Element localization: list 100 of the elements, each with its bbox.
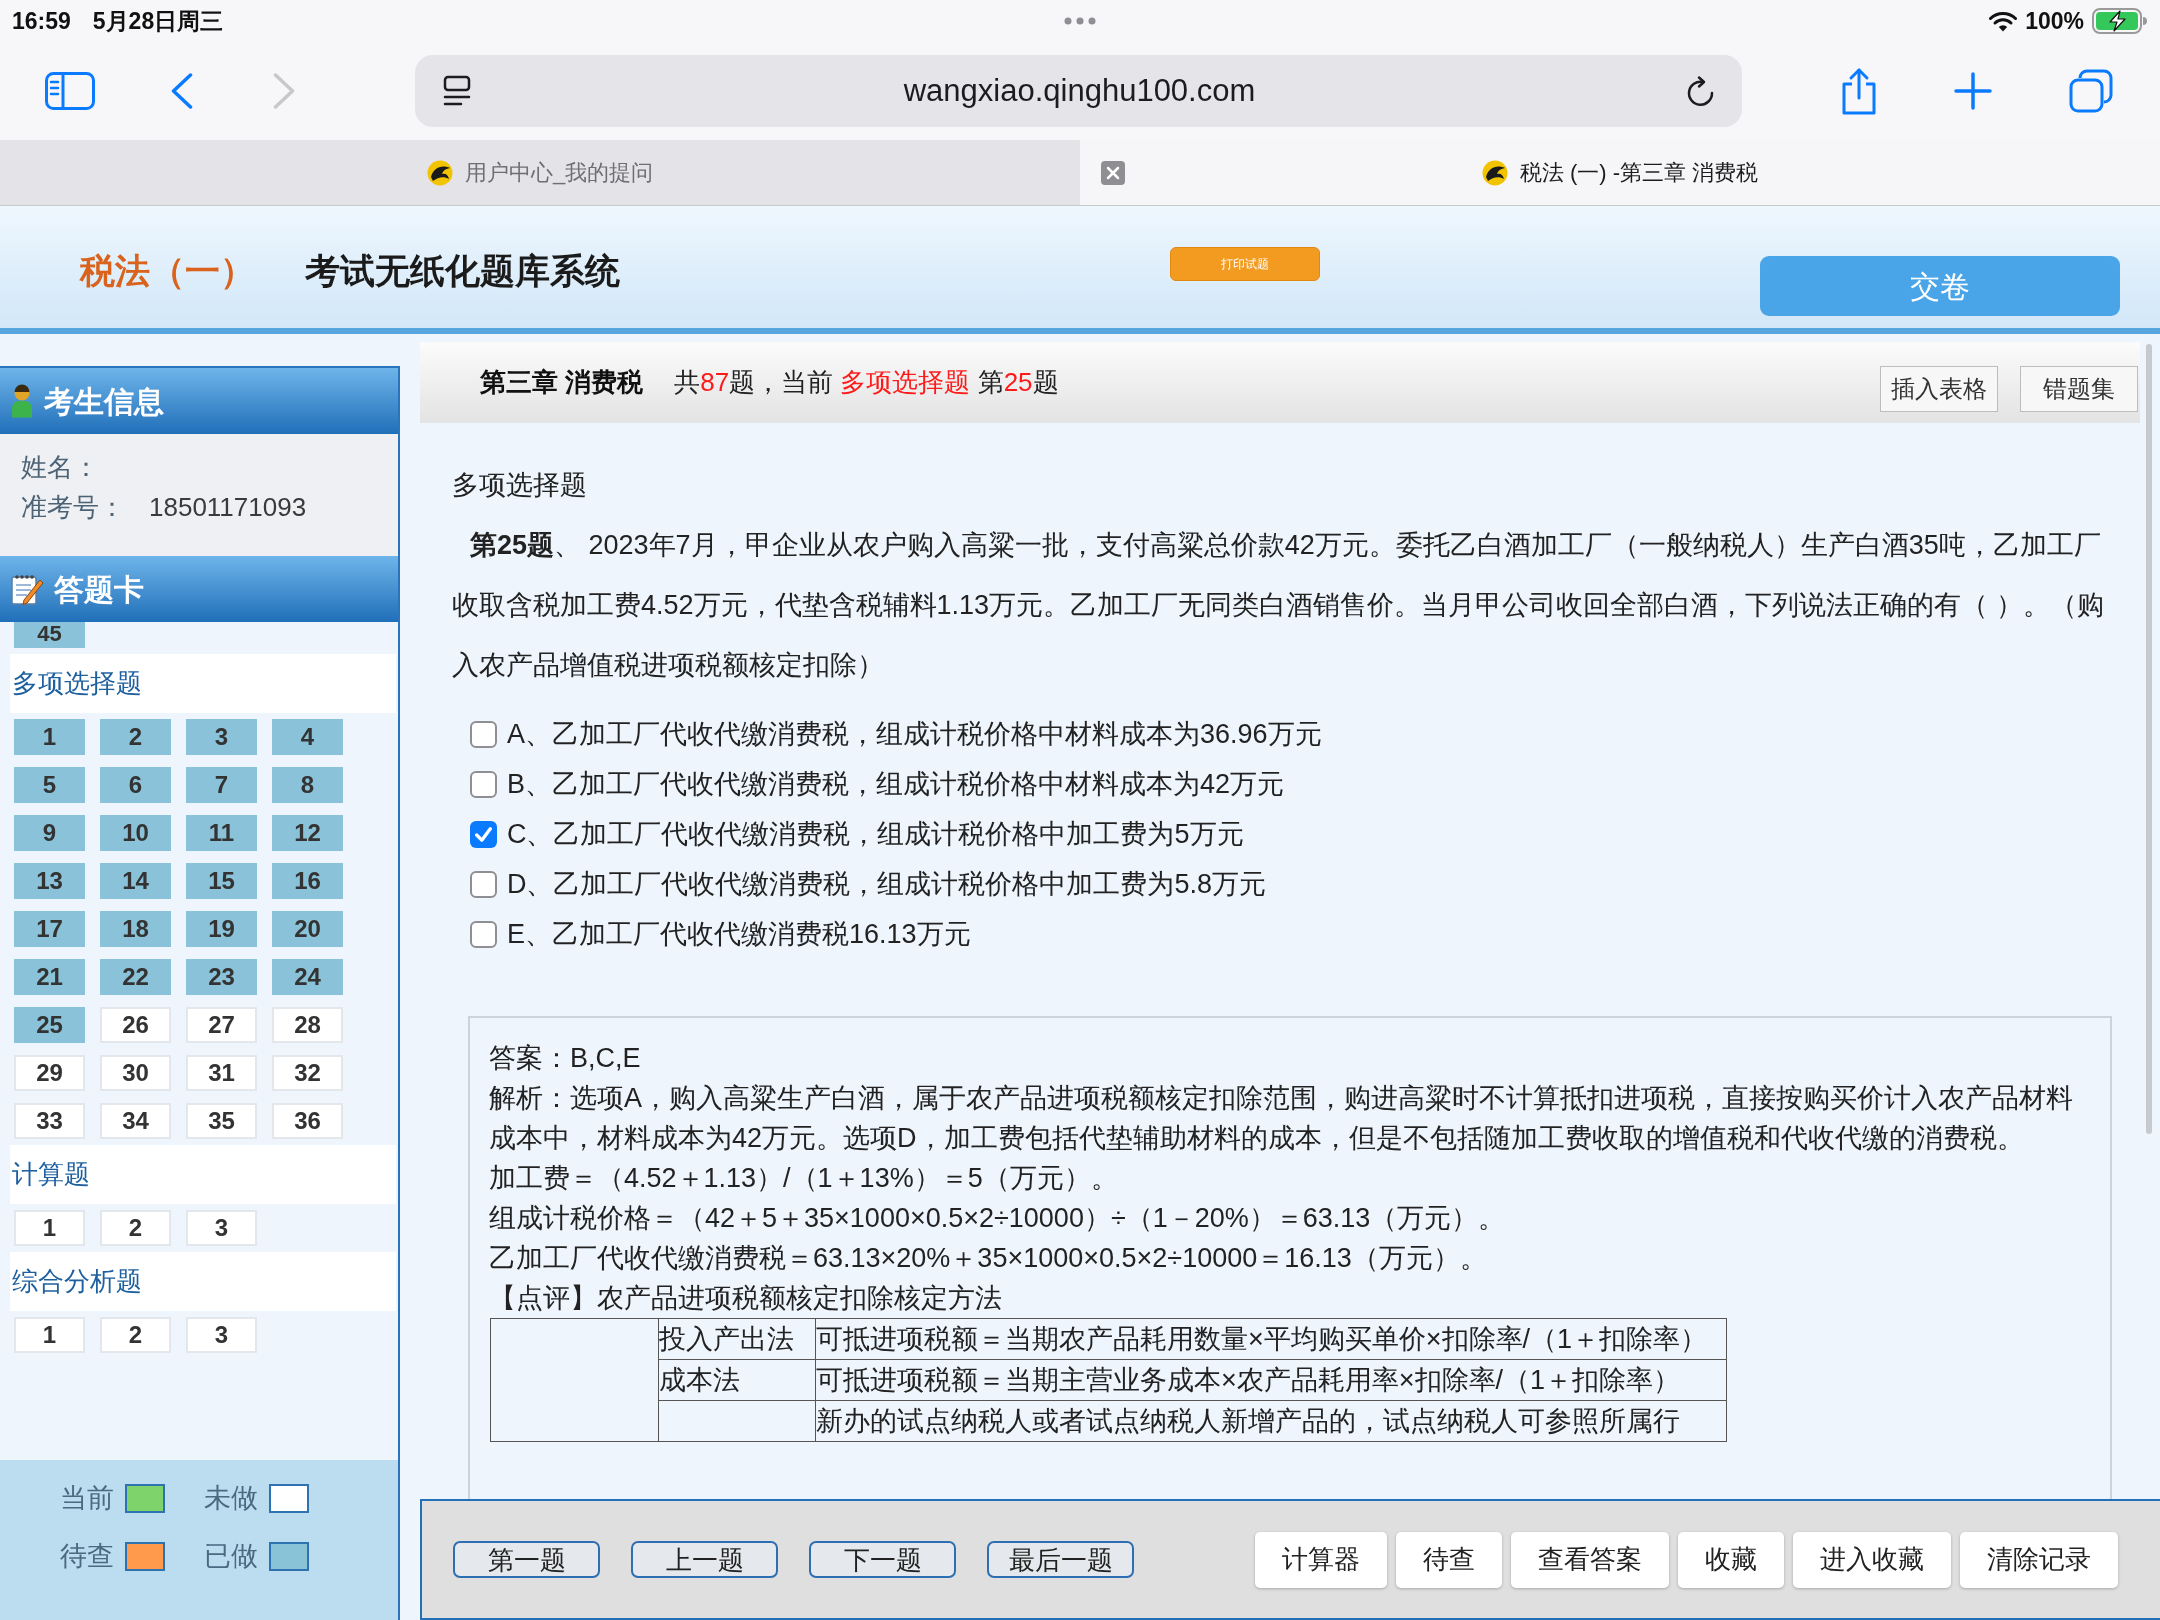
question-number-button[interactable]: 2 bbox=[100, 719, 171, 755]
site-logo-icon bbox=[1481, 159, 1508, 186]
answer-text: 答案：B,C,E bbox=[489, 1042, 642, 1075]
nav-button[interactable]: 下一题 bbox=[809, 1541, 956, 1578]
back-icon[interactable] bbox=[171, 73, 193, 109]
question-number-button[interactable]: 17 bbox=[14, 911, 85, 947]
question-number-button[interactable]: 15 bbox=[186, 863, 257, 899]
question-number-button[interactable]: 8 bbox=[272, 767, 343, 803]
system-title: 考试无纸化题库系统 bbox=[305, 249, 620, 292]
legend-label: 已做 bbox=[204, 1541, 258, 1571]
toolbar-button[interactable]: 插入表格 bbox=[1880, 366, 1998, 412]
question-number-button[interactable]: 24 bbox=[272, 959, 343, 995]
question-number-button[interactable]: 19 bbox=[186, 911, 257, 947]
field-label: 姓名： bbox=[21, 451, 99, 484]
question-number-button[interactable]: 4 bbox=[272, 719, 343, 755]
question-number-button[interactable]: 11 bbox=[186, 815, 257, 851]
page-menu-icon[interactable] bbox=[441, 75, 473, 107]
question-number-button[interactable]: 3 bbox=[186, 1210, 257, 1246]
question-number-button[interactable]: 1 bbox=[14, 1210, 85, 1246]
tool-button[interactable]: 进入收藏 bbox=[1793, 1531, 1951, 1588]
browser-tab[interactable]: 用户中心_我的提问 bbox=[0, 140, 1080, 205]
question-number-button[interactable]: 25 bbox=[14, 1007, 85, 1043]
legend-label: 待查 bbox=[60, 1541, 114, 1571]
section-title: 多项选择题 bbox=[10, 654, 396, 713]
question-number-button[interactable]: 5 bbox=[14, 767, 85, 803]
question-number-button[interactable]: 7 bbox=[186, 767, 257, 803]
question-number-button[interactable]: 23 bbox=[186, 959, 257, 995]
battery-icon bbox=[2092, 8, 2148, 34]
tool-button[interactable]: 收藏 bbox=[1678, 1531, 1784, 1588]
option-label: E、乙加工厂代收代缴消费税16.13万元 bbox=[507, 917, 971, 951]
panel-title: 考生信息 bbox=[44, 383, 164, 420]
panel-title: 答题卡 bbox=[54, 571, 144, 608]
question-number-button[interactable]: 2 bbox=[100, 1210, 171, 1246]
question-number-button[interactable]: 6 bbox=[100, 767, 171, 803]
nav-button[interactable]: 最后一题 bbox=[987, 1541, 1134, 1578]
review-title: 【点评】农产品进项税额核定扣除核定方法 bbox=[489, 1282, 1003, 1315]
field-value: 18501171093 bbox=[149, 491, 307, 524]
chapter-title: 第三章 消费税 bbox=[480, 366, 644, 399]
nav-button[interactable]: 第一题 bbox=[453, 1541, 600, 1578]
question-number-button[interactable]: 9 bbox=[14, 815, 85, 851]
reload-icon[interactable] bbox=[1686, 75, 1716, 107]
address-field[interactable]: wangxiao.qinghu100.com bbox=[415, 55, 1742, 127]
question-number-button[interactable]: 3 bbox=[186, 719, 257, 755]
question-number-button[interactable]: 28 bbox=[272, 1007, 343, 1043]
battery-percentage: 100% bbox=[2025, 9, 2084, 33]
checkbox[interactable] bbox=[470, 870, 497, 898]
tool-button[interactable]: 待查 bbox=[1396, 1531, 1502, 1588]
question-number-button[interactable]: 14 bbox=[100, 863, 171, 899]
option-label: B、乙加工厂代收代缴消费税，组成计税价格中材料成本为42万元 bbox=[507, 767, 1285, 801]
question-type-label: 多项选择题 bbox=[452, 469, 588, 502]
question-number-button[interactable]: 36 bbox=[272, 1103, 343, 1139]
question-number-button[interactable]: 27 bbox=[186, 1007, 257, 1043]
question-number-button[interactable]: 45 bbox=[14, 622, 85, 648]
question-number-button[interactable]: 22 bbox=[100, 959, 171, 995]
more-dots-icon[interactable] bbox=[1064, 17, 1096, 25]
question-number-button[interactable]: 18 bbox=[100, 911, 171, 947]
question-number-button[interactable]: 2 bbox=[100, 1317, 171, 1353]
question-number-button[interactable]: 20 bbox=[272, 911, 343, 947]
tool-button[interactable]: 计算器 bbox=[1255, 1531, 1387, 1588]
site-logo-icon bbox=[426, 159, 453, 186]
question-number-button[interactable]: 21 bbox=[14, 959, 85, 995]
question-number-button[interactable]: 34 bbox=[100, 1103, 171, 1139]
section-title: 综合分析题 bbox=[10, 1252, 396, 1311]
question-number-button[interactable]: 1 bbox=[14, 719, 85, 755]
tabs-overview-icon[interactable] bbox=[2069, 69, 2113, 113]
question-number-button[interactable]: 30 bbox=[100, 1055, 171, 1091]
wifi-icon bbox=[1989, 10, 2018, 32]
question-number-button[interactable]: 35 bbox=[186, 1103, 257, 1139]
status-time: 16:59 bbox=[12, 9, 71, 33]
sidebar-icon[interactable] bbox=[45, 72, 95, 110]
checkbox[interactable] bbox=[470, 820, 497, 848]
checkbox[interactable] bbox=[470, 720, 497, 748]
tool-button[interactable]: 清除记录 bbox=[1960, 1531, 2118, 1588]
status-date: 5月28日周三 bbox=[92, 9, 224, 33]
question-number-button[interactable]: 13 bbox=[14, 863, 85, 899]
checkbox[interactable] bbox=[470, 770, 497, 798]
option-label: C、乙加工厂代收代缴消费税，组成计税价格中加工费为5万元 bbox=[507, 817, 1244, 851]
question-number-button[interactable]: 33 bbox=[14, 1103, 85, 1139]
close-icon[interactable] bbox=[1101, 161, 1125, 185]
checkbox[interactable] bbox=[470, 920, 497, 948]
subject-title: 税法（一） bbox=[80, 249, 255, 292]
table-cell: 可抵进项税额＝当期主营业务成本×农产品耗用率×扣除率/（1＋扣除率） bbox=[815, 1359, 1727, 1401]
question-number-button[interactable]: 26 bbox=[100, 1007, 171, 1043]
question-number-button[interactable]: 29 bbox=[14, 1055, 85, 1091]
question-number-button[interactable]: 31 bbox=[186, 1055, 257, 1091]
plus-icon[interactable] bbox=[1954, 72, 1992, 110]
question-text: 第25题、 2023年7月，甲企业从农户购入高粱一批，支付高粱总价款42万元。委托乙白酒加工厂（一般纳税人）生产白酒35吨，乙加工厂收取含税加工费4.52万元，代垫含税辅料1.13万元。乙加工厂无同类白酒销售价。当月甲公司收回全部白酒，下列说法正确的有（ ）。（购入农产品增值税进项税额核定扣除） bbox=[452, 529, 2105, 682]
question-number-button[interactable]: 10 bbox=[100, 815, 171, 851]
question-number-button[interactable]: 12 bbox=[272, 815, 343, 851]
question-number-button[interactable]: 3 bbox=[186, 1317, 257, 1353]
toolbar-button[interactable]: 错题集 bbox=[2020, 366, 2138, 412]
section-title: 计算题 bbox=[10, 1145, 396, 1204]
question-number-button[interactable]: 16 bbox=[272, 863, 343, 899]
tool-button[interactable]: 查看答案 bbox=[1511, 1531, 1669, 1588]
legend-label: 未做 bbox=[204, 1483, 258, 1513]
scrollbar-thumb[interactable] bbox=[2146, 344, 2152, 1134]
nav-button[interactable]: 上一题 bbox=[631, 1541, 778, 1578]
question-number-button[interactable]: 32 bbox=[272, 1055, 343, 1091]
question-number-button[interactable]: 1 bbox=[14, 1317, 85, 1353]
person-icon bbox=[10, 384, 34, 418]
